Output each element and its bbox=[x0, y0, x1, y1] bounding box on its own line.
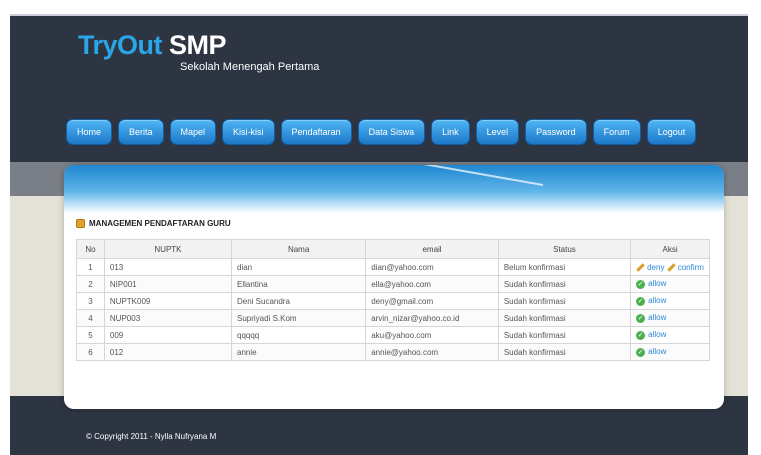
cell-aksi: ✓ allow bbox=[630, 343, 710, 361]
cell-email: deny@gmail.com bbox=[365, 292, 499, 310]
col-header-nama: Nama bbox=[230, 239, 367, 259]
cell-nuptk: NUPTK009 bbox=[103, 292, 233, 310]
col-header-aksi: Aksi bbox=[630, 239, 710, 259]
cell-nama: Ellantina bbox=[230, 275, 367, 293]
check-icon: ✓ bbox=[636, 330, 646, 340]
nav-level-button[interactable]: Level bbox=[475, 119, 520, 145]
main-nav: Home Berita Mapel Kisi-kisi Pendaftaran … bbox=[66, 119, 697, 145]
cell-email: arvin_nizar@yahoo.co.id bbox=[365, 309, 499, 327]
check-icon: ✓ bbox=[636, 347, 646, 357]
cell-no: 5 bbox=[76, 326, 105, 344]
check-icon: ✓ bbox=[636, 279, 646, 289]
cell-nuptk: NIP001 bbox=[103, 275, 233, 293]
cell-status: Sudah konfirmasi bbox=[497, 309, 632, 327]
cell-nama: Deni Sucandra bbox=[230, 292, 367, 310]
cell-status: Sudah konfirmasi bbox=[497, 326, 632, 344]
footer-copyright: © Copyright 2011 - Nylla Nufryana M bbox=[86, 432, 217, 441]
cell-email: dian@yahoo.com bbox=[365, 258, 499, 276]
cell-aksi: ✓ allow bbox=[630, 326, 710, 344]
nav-logout-button[interactable]: Logout bbox=[646, 119, 697, 145]
allow-link[interactable]: allow bbox=[648, 279, 666, 288]
nav-password-button[interactable]: Password bbox=[525, 119, 587, 145]
cell-aksi: deny confirm bbox=[630, 258, 710, 276]
site-logo[interactable]: TryOut SMP Sekolah Menengah Pertama bbox=[78, 30, 319, 73]
col-header-no: No bbox=[76, 239, 105, 259]
table-row: 3 NUPTK009 Deni Sucandra deny@gmail.com … bbox=[76, 292, 710, 310]
cell-email: annie@yahoo.com bbox=[365, 343, 499, 361]
table-row: 1 013 dian dian@yahoo.com Belum konfirma… bbox=[76, 258, 710, 276]
pencil-icon bbox=[666, 263, 676, 272]
allow-link[interactable]: allow bbox=[648, 347, 666, 356]
cell-nama: Supriyadi S.Kom bbox=[230, 309, 367, 327]
table-row: 5 009 qqqqq aku@yahoo.com Sudah konfirma… bbox=[76, 326, 710, 344]
nav-berita-button[interactable]: Berita bbox=[118, 119, 164, 145]
banner-decoration bbox=[394, 165, 544, 187]
section-title: MANAGEMEN PENDAFTARAN GURU bbox=[76, 219, 231, 228]
col-header-email: email bbox=[365, 239, 499, 259]
cell-aksi: ✓ allow bbox=[630, 309, 710, 327]
cell-nuptk: 012 bbox=[103, 343, 233, 361]
panel-banner bbox=[64, 165, 724, 213]
cell-no: 6 bbox=[76, 343, 105, 361]
nav-pendaftaran-button[interactable]: Pendaftaran bbox=[280, 119, 352, 145]
users-icon bbox=[76, 219, 85, 228]
allow-link[interactable]: allow bbox=[648, 313, 666, 322]
logo-subtitle: Sekolah Menengah Pertama bbox=[180, 61, 320, 73]
content-panel: MANAGEMEN PENDAFTARAN GURU No NUPTK Nama… bbox=[64, 165, 724, 409]
cell-status: Sudah konfirmasi bbox=[497, 275, 632, 293]
cell-no: 2 bbox=[76, 275, 105, 293]
cell-email: ella@yahoo.com bbox=[365, 275, 499, 293]
cell-no: 1 bbox=[76, 258, 105, 276]
logo-title: TryOut SMP bbox=[78, 30, 227, 61]
cell-nama: annie bbox=[230, 343, 367, 361]
nav-forum-button[interactable]: Forum bbox=[592, 119, 641, 145]
cell-nuptk: 009 bbox=[103, 326, 233, 344]
allow-link[interactable]: allow bbox=[648, 296, 666, 305]
logo-title-smp: SMP bbox=[169, 30, 227, 60]
check-icon: ✓ bbox=[636, 296, 646, 306]
cell-status: Belum konfirmasi bbox=[497, 258, 632, 276]
check-icon: ✓ bbox=[636, 313, 646, 323]
cell-nuptk: 013 bbox=[103, 258, 233, 276]
cell-nama: qqqqq bbox=[230, 326, 367, 344]
nav-kisi-kisi-button[interactable]: Kisi-kisi bbox=[222, 119, 275, 145]
cell-nuptk: NUP003 bbox=[103, 309, 233, 327]
table-row: 4 NUP003 Supriyadi S.Kom arvin_nizar@yah… bbox=[76, 309, 710, 327]
allow-link[interactable]: allow bbox=[648, 330, 666, 339]
logo-title-tryout: TryOut bbox=[78, 30, 163, 60]
pencil-icon bbox=[636, 263, 645, 272]
col-header-nuptk: NUPTK bbox=[103, 239, 233, 259]
nav-home-button[interactable]: Home bbox=[66, 119, 113, 145]
table-row: 6 012 annie annie@yahoo.com Sudah konfir… bbox=[76, 343, 710, 361]
table-row: 2 NIP001 Ellantina ella@yahoo.com Sudah … bbox=[76, 275, 710, 293]
nav-data-siswa-button[interactable]: Data Siswa bbox=[357, 119, 426, 145]
registration-table: No NUPTK Nama email Status Aksi 1 013 di… bbox=[76, 239, 710, 361]
cell-aksi: ✓ allow bbox=[630, 292, 710, 310]
cell-no: 3 bbox=[76, 292, 105, 310]
cell-email: aku@yahoo.com bbox=[365, 326, 499, 344]
confirm-link[interactable]: confirm bbox=[678, 263, 704, 272]
nav-mapel-button[interactable]: Mapel bbox=[169, 119, 217, 145]
cell-aksi: ✓ allow bbox=[630, 275, 710, 293]
table-header-row: No NUPTK Nama email Status Aksi bbox=[76, 239, 710, 259]
cell-no: 4 bbox=[76, 309, 105, 327]
nav-link-button[interactable]: Link bbox=[431, 119, 470, 145]
cell-status: Sudah konfirmasi bbox=[497, 343, 632, 361]
col-header-status: Status bbox=[497, 239, 632, 259]
cell-nama: dian bbox=[230, 258, 367, 276]
deny-link[interactable]: deny bbox=[647, 263, 664, 272]
section-title-text: MANAGEMEN PENDAFTARAN GURU bbox=[89, 219, 231, 228]
cell-status: Sudah konfirmasi bbox=[497, 292, 632, 310]
